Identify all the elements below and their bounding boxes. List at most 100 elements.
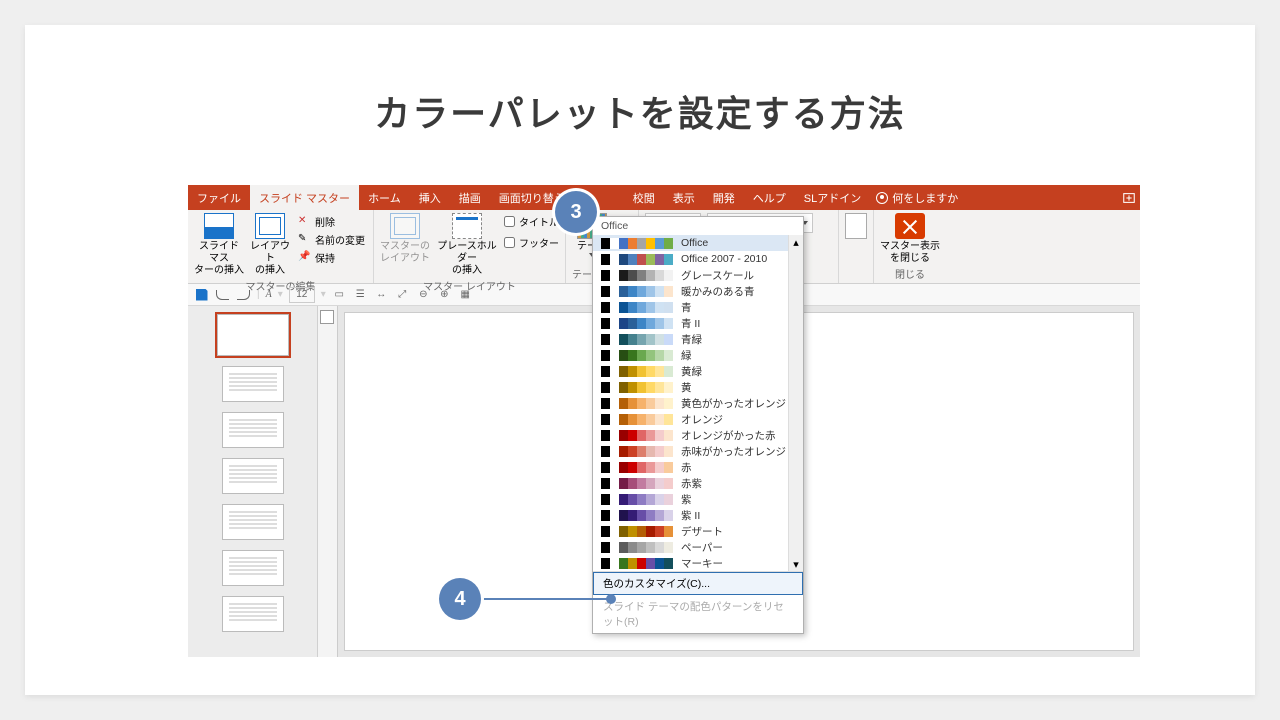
scheme-option[interactable]: 青 II (593, 315, 803, 331)
qat-tool-5[interactable]: ▦ (458, 287, 473, 302)
scheme-option[interactable]: 紫 (593, 491, 803, 507)
qat-tool-3[interactable]: ↔ (374, 287, 389, 302)
undo-icon (216, 290, 229, 300)
thumbnail-master[interactable] (217, 314, 289, 356)
tab-review[interactable]: 校閲 (624, 185, 664, 210)
insert-layout-button[interactable]: レイアウト の挿入 (248, 213, 292, 277)
tab-help[interactable]: ヘルプ (744, 185, 795, 210)
thumbnail-layout[interactable] (222, 550, 284, 586)
scheme-list[interactable]: OfficeOffice 2007 - 2010グレースケール暖かみのある青青青… (593, 235, 803, 571)
preserve-icon: 📌 (298, 251, 312, 265)
qat-tool-2[interactable]: ☰ (353, 287, 368, 302)
scroll-up-button[interactable]: ▴ (789, 235, 803, 249)
scheme-swatch (601, 542, 673, 553)
tab-sladdin[interactable]: SLアドイン (795, 185, 870, 210)
insert-placeholder-label: プレースホルダー の挿入 (434, 241, 500, 277)
tell-me-search[interactable]: 何をしますか (876, 185, 958, 210)
tab-view[interactable]: 表示 (664, 185, 704, 210)
group-label-close: 閉じる (880, 265, 940, 283)
scheme-option[interactable]: 紫 II (593, 507, 803, 523)
redo-button[interactable] (236, 287, 251, 302)
scheme-option[interactable]: 暖かみのある青 (593, 283, 803, 299)
save-button[interactable] (194, 287, 209, 302)
customize-colors-menuitem[interactable]: 色のカスタマイズ(C)... (593, 572, 803, 595)
share-button[interactable] (1118, 185, 1140, 210)
tab-file[interactable]: ファイル (188, 185, 250, 210)
title-checkbox-label: タイトル (519, 214, 559, 229)
scheme-name: Office (681, 237, 708, 249)
scheme-swatch (601, 382, 673, 393)
scheme-option[interactable]: マーキー (593, 555, 803, 571)
scheme-option[interactable]: Office (593, 235, 803, 251)
scheme-swatch (601, 286, 673, 297)
scheme-scrollbar[interactable]: ▴ ▾ (788, 235, 803, 571)
undo-button[interactable] (215, 287, 230, 302)
ribbon-group-master-layout: マスターの レイアウト プレースホルダー の挿入 タイトル フッター マスター … (374, 210, 566, 283)
slide-card: カラーパレットを設定する方法 ファイル スライド マスター ホーム 挿入 描画 … (25, 25, 1255, 695)
scheme-swatch (601, 270, 673, 281)
scheme-swatch (601, 398, 673, 409)
scheme-swatch (601, 414, 673, 425)
page-title: カラーパレットを設定する方法 (25, 85, 1255, 137)
thumbnail-layout[interactable] (222, 504, 284, 540)
insert-slide-master-button[interactable]: スライド マス ターの挿入 (194, 213, 244, 277)
delete-icon: ✕ (298, 215, 312, 229)
slide-thumbnails-pane[interactable] (188, 306, 318, 657)
scheme-option[interactable]: 青緑 (593, 331, 803, 347)
rename-button[interactable]: ✎名前の変更 (296, 231, 367, 248)
ribbon-group-close: マスター表示 を閉じる 閉じる (874, 210, 946, 283)
ruler-knob[interactable] (320, 310, 334, 324)
close-master-view-label: マスター表示 を閉じる (880, 241, 940, 265)
close-master-view-button[interactable]: マスター表示 を閉じる (880, 213, 940, 265)
scheme-option[interactable]: 黄 (593, 379, 803, 395)
scheme-option[interactable]: 黄色がかったオレンジ (593, 395, 803, 411)
tab-slide-master[interactable]: スライド マスター (250, 185, 359, 210)
scheme-option[interactable]: デザート (593, 523, 803, 539)
qat-tool-1[interactable]: ▭ (332, 287, 347, 302)
thumbnail-layout[interactable] (222, 366, 284, 402)
scheme-option[interactable]: オレンジがかった赤 (593, 427, 803, 443)
tab-home[interactable]: ホーム (359, 185, 410, 210)
zoom-in-button[interactable]: ⊕ (437, 287, 452, 302)
thumbnail-layout[interactable] (222, 596, 284, 632)
scheme-option[interactable]: 赤紫 (593, 475, 803, 491)
scheme-option[interactable]: 赤 (593, 459, 803, 475)
scheme-swatch (601, 526, 673, 537)
insert-slide-master-label: スライド マス ターの挿入 (194, 241, 244, 277)
preserve-button[interactable]: 📌保持 (296, 249, 367, 266)
thumbnail-layout[interactable] (222, 458, 284, 494)
scroll-down-button[interactable]: ▾ (789, 557, 803, 571)
zoom-out-button[interactable]: ⊖ (416, 287, 431, 302)
delete-label: 削除 (315, 214, 335, 229)
scheme-name: 赤味がかったオレンジ (681, 444, 786, 459)
scheme-name: 黄 (681, 380, 692, 395)
footer-checkbox[interactable]: フッター (504, 234, 559, 251)
scheme-option[interactable]: 黄緑 (593, 363, 803, 379)
master-layout-label: マスターの レイアウト (380, 241, 430, 265)
scheme-option[interactable]: 青 (593, 299, 803, 315)
scheme-swatch (601, 318, 673, 329)
tab-draw[interactable]: 描画 (450, 185, 490, 210)
insert-placeholder-button[interactable]: プレースホルダー の挿入 (434, 213, 500, 277)
scheme-swatch (601, 462, 673, 473)
title-checkbox[interactable]: タイトル (504, 213, 559, 230)
scheme-option[interactable]: 緑 (593, 347, 803, 363)
scheme-name: 青緑 (681, 332, 702, 347)
footer-checkbox-label: フッター (519, 235, 559, 250)
share-icon (1122, 191, 1136, 205)
tab-developer[interactable]: 開発 (704, 185, 744, 210)
scheme-option[interactable]: オレンジ (593, 411, 803, 427)
scheme-option[interactable]: ペーパー (593, 539, 803, 555)
thumbnail-layout[interactable] (222, 412, 284, 448)
scheme-option[interactable]: 赤味がかったオレンジ (593, 443, 803, 459)
master-layout-button: マスターの レイアウト (380, 213, 430, 265)
slide-size-icon (845, 213, 867, 239)
tab-insert[interactable]: 挿入 (410, 185, 450, 210)
scheme-swatch (601, 302, 673, 313)
scheme-option[interactable]: グレースケール (593, 267, 803, 283)
scheme-option[interactable]: Office 2007 - 2010 (593, 251, 803, 267)
qat-tool-4[interactable]: ⤢ (395, 287, 410, 302)
delete-button[interactable]: ✕削除 (296, 213, 367, 230)
ribbon-tabs: ファイル スライド マスター ホーム 挿入 描画 画面切り替え 校閲 表示 開発… (188, 185, 1140, 210)
font-size-box[interactable]: 12 (289, 287, 315, 303)
